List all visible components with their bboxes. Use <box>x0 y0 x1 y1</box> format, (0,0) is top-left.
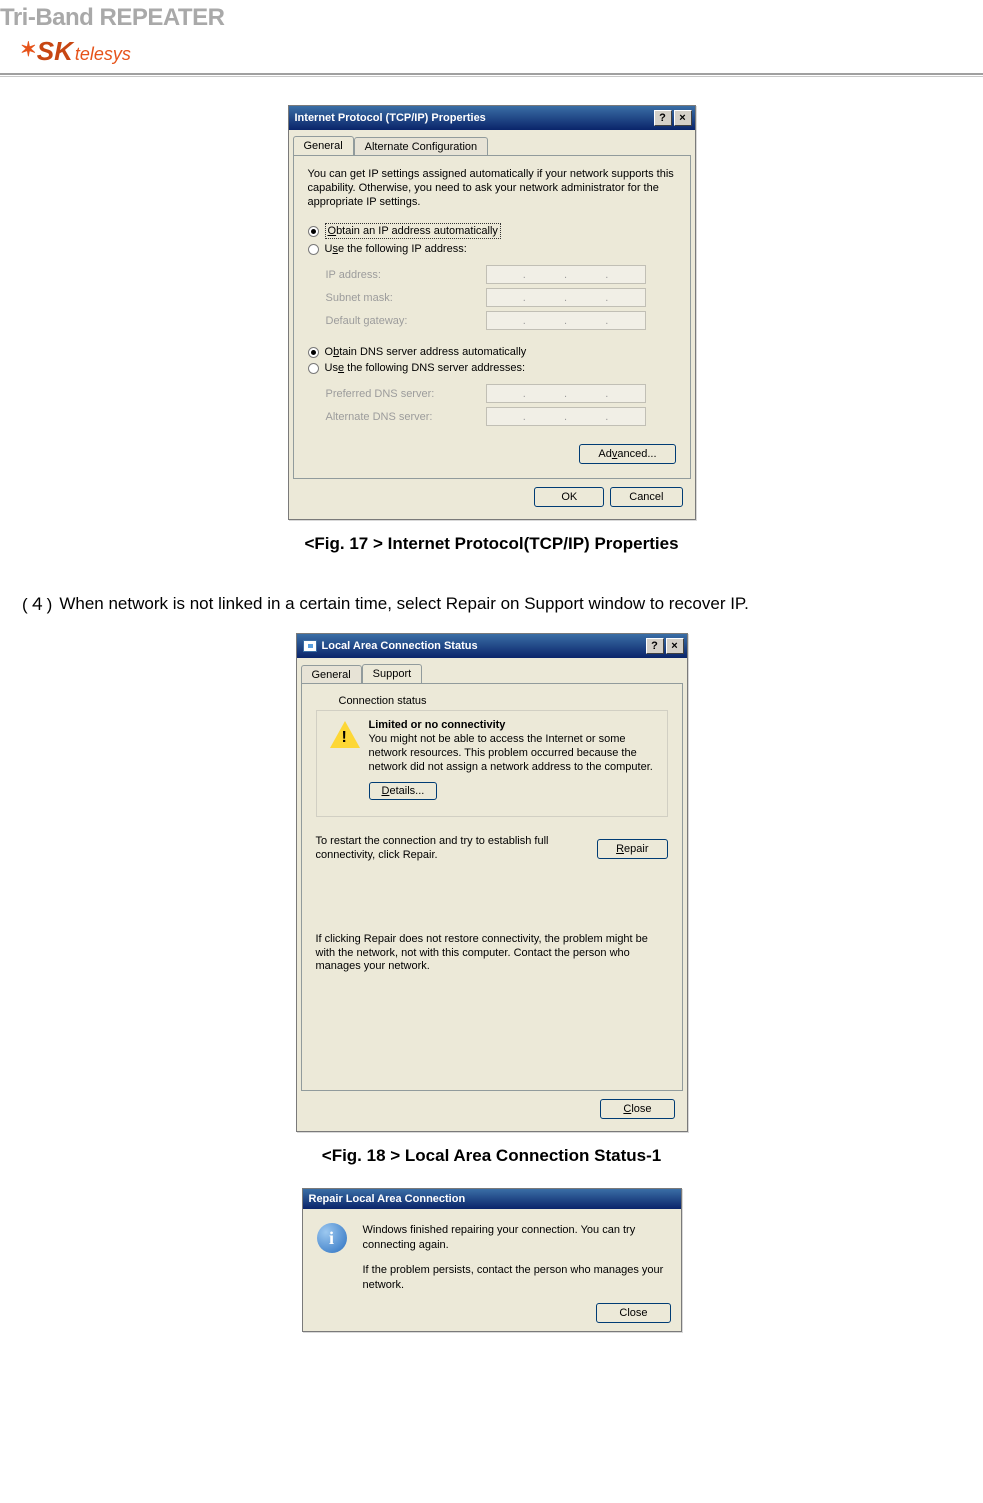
radio-obtain-dns[interactable] <box>308 347 319 358</box>
repair-text: To restart the connection and try to est… <box>316 835 586 863</box>
divider <box>0 73 983 75</box>
info-icon: i <box>317 1223 351 1257</box>
advanced-button[interactable]: Advanced... <box>579 444 675 464</box>
label-default-gateway: Default gateway: <box>326 315 486 327</box>
dialog-title: Local Area Connection Status <box>322 640 644 652</box>
step-4: (４) When network is not linked in a cert… <box>22 590 963 619</box>
tab-support[interactable]: Support <box>362 664 423 683</box>
dialog-title: Repair Local Area Connection <box>309 1193 678 1205</box>
close-button[interactable]: × <box>674 110 692 126</box>
star-icon: ✶ <box>20 37 37 62</box>
figure-18-caption: <Fig. 18 > Local Area Connection Status-… <box>0 1146 983 1166</box>
help-button[interactable]: ? <box>646 638 664 654</box>
logo-sk: SK <box>37 36 73 67</box>
label-subnet-mask: Subnet mask: <box>326 292 486 304</box>
network-icon <box>303 640 317 652</box>
dialog-titlebar: Internet Protocol (TCP/IP) Properties ? … <box>289 106 695 130</box>
logo-telesys: telesys <box>75 44 131 65</box>
repair-button[interactable]: Repair <box>597 839 667 859</box>
radio-use-ip[interactable] <box>308 244 319 255</box>
warning-title: Limited or no connectivity <box>369 719 655 731</box>
sk-telesys-logo: ✶ SK telesys <box>20 36 131 67</box>
label-alternate-dns: Alternate DNS server: <box>326 411 486 423</box>
info-text-1: Windows finished repairing your connecti… <box>363 1223 667 1253</box>
close-button[interactable]: Close <box>596 1303 670 1323</box>
help-button[interactable]: ? <box>654 110 672 126</box>
cancel-button[interactable]: Cancel <box>610 487 682 507</box>
close-button-bottom[interactable]: Close <box>600 1099 674 1119</box>
connection-status-legend: Connection status <box>335 695 431 707</box>
input-alternate-dns: ... <box>486 407 646 426</box>
step-number: (４) <box>22 590 53 619</box>
page-title: Tri-Band REPEATER <box>0 4 983 32</box>
radio-obtain-ip[interactable] <box>308 226 319 237</box>
lan-status-dialog: Local Area Connection Status ? × General… <box>296 633 688 1132</box>
input-ip-address: ... <box>486 265 646 284</box>
input-subnet-mask: ... <box>486 288 646 307</box>
warning-icon <box>329 719 361 751</box>
input-preferred-dns: ... <box>486 384 646 403</box>
tcpip-properties-dialog: Internet Protocol (TCP/IP) Properties ? … <box>288 105 696 520</box>
dialog-titlebar: Local Area Connection Status ? × <box>297 634 687 658</box>
dialog-title: Internet Protocol (TCP/IP) Properties <box>295 112 652 124</box>
tab-general[interactable]: General <box>293 136 354 155</box>
logo-row: ✶ SK telesys <box>0 34 983 73</box>
warning-text: You might not be able to access the Inte… <box>369 733 655 774</box>
note-text: If clicking Repair does not restore conn… <box>316 933 668 974</box>
radio-use-dns-label: Use the following DNS server addresses: <box>325 362 526 374</box>
page-header: Tri-Band REPEATER <box>0 0 983 34</box>
close-button[interactable]: × <box>666 638 684 654</box>
step-body: When network is not linked in a certain … <box>59 590 963 619</box>
radio-obtain-ip-label: Obtain an IP address automatically <box>325 223 501 239</box>
input-default-gateway: ... <box>486 311 646 330</box>
radio-obtain-dns-label: Obtain DNS server address automatically <box>325 346 527 358</box>
radio-use-ip-label: Use the following IP address: <box>325 243 467 255</box>
tab-general[interactable]: General <box>301 665 362 683</box>
repair-lan-dialog: Repair Local Area Connection i Windows f… <box>302 1188 682 1331</box>
radio-use-dns[interactable] <box>308 363 319 374</box>
dialog-titlebar: Repair Local Area Connection <box>303 1189 681 1209</box>
info-text: Windows finished repairing your connecti… <box>363 1223 667 1292</box>
details-button[interactable]: Details... <box>369 782 438 800</box>
figure-17-caption: <Fig. 17 > Internet Protocol(TCP/IP) Pro… <box>0 534 983 554</box>
label-ip-address: IP address: <box>326 269 486 281</box>
tab-alternate-configuration[interactable]: Alternate Configuration <box>354 137 489 155</box>
description-text: You can get IP settings assigned automat… <box>308 168 676 209</box>
label-preferred-dns: Preferred DNS server: <box>326 388 486 400</box>
info-text-2: If the problem persists, contact the per… <box>363 1263 667 1293</box>
ok-button[interactable]: OK <box>534 487 604 507</box>
